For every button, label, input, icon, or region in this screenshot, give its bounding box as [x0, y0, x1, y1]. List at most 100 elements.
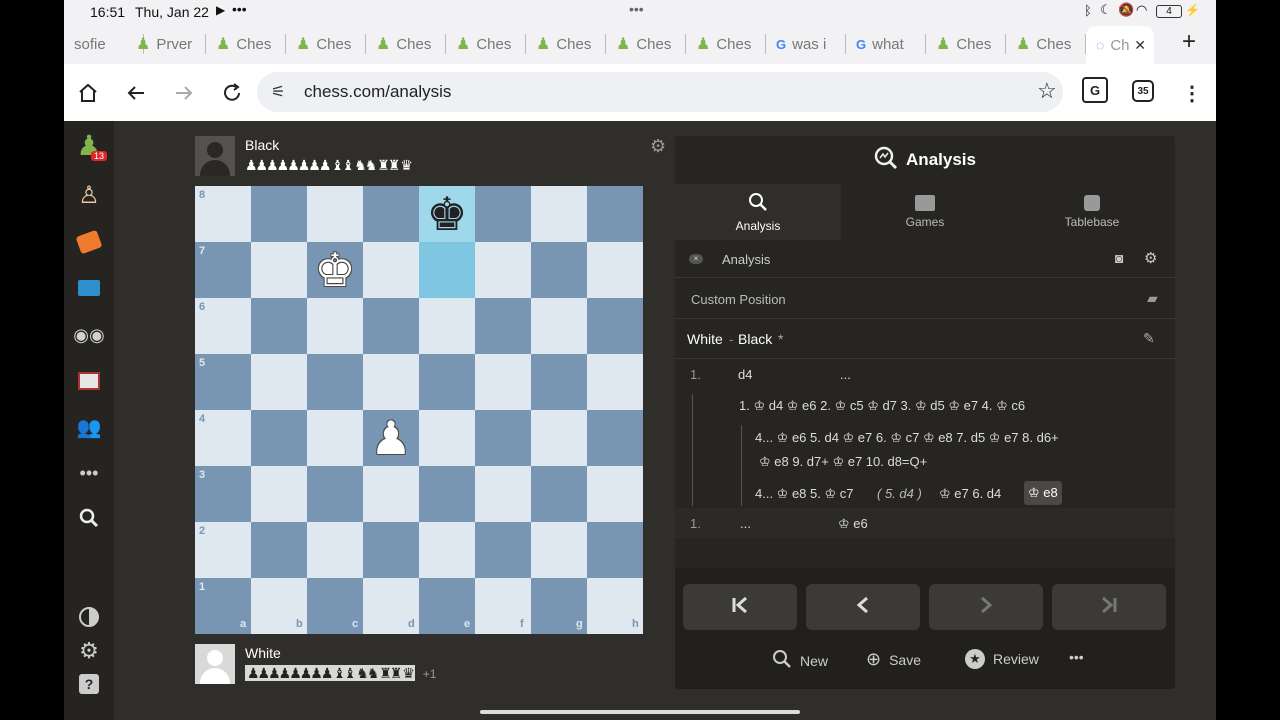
square-c4[interactable] — [307, 410, 363, 466]
square-d5[interactable] — [363, 354, 419, 410]
tab-games[interactable]: Games — [842, 184, 1008, 240]
learn-icon[interactable] — [75, 274, 103, 302]
browser-tab[interactable]: Gwhat — [846, 30, 926, 58]
square-f2[interactable] — [475, 522, 531, 578]
variation-line[interactable]: ♔ e8 9. d7+ ♔ e7 10. d8=Q+ — [759, 454, 927, 470]
tab-count-button[interactable]: 35 — [1132, 80, 1154, 102]
translate-icon[interactable]: G — [1082, 77, 1108, 103]
social-icon[interactable]: 👥 — [75, 413, 103, 441]
square-g4[interactable] — [531, 410, 587, 466]
square-c3[interactable] — [307, 466, 363, 522]
square-h5[interactable] — [587, 354, 643, 410]
review-button[interactable]: ★ Review — [965, 649, 1039, 669]
play-hand-icon[interactable]: ♙ — [75, 181, 103, 209]
square-b2[interactable] — [251, 522, 307, 578]
news-icon[interactable] — [75, 367, 103, 395]
square-d2[interactable] — [363, 522, 419, 578]
square-g2[interactable] — [531, 522, 587, 578]
browser-tab[interactable]: ♟ Ches — [206, 30, 286, 58]
black-king-piece[interactable]: ♚ — [419, 186, 475, 242]
move-black[interactable]: ♔ e6 — [838, 516, 868, 532]
bookmark-star-icon[interactable]: ☆ — [1037, 78, 1057, 104]
square-f3[interactable] — [475, 466, 531, 522]
square-b5[interactable] — [251, 354, 307, 410]
square-b8[interactable] — [251, 186, 307, 242]
engine-toggle[interactable]: × — [689, 254, 703, 264]
move-white[interactable]: d4 — [738, 367, 752, 382]
new-button[interactable]: New — [772, 649, 828, 672]
square-f6[interactable] — [475, 298, 531, 354]
square-d6[interactable] — [363, 298, 419, 354]
variation-line[interactable]: 4... ♔ e8 5. ♔ c7 — [755, 486, 853, 502]
white-king-piece[interactable]: ♚ — [307, 242, 363, 298]
square-e6[interactable] — [419, 298, 475, 354]
search-icon[interactable] — [75, 504, 103, 532]
square-f4[interactable] — [475, 410, 531, 466]
chess-board[interactable]: 8 7 6 5 4 3 2 1 a b c d e f g h ♚ ♚ ♟ — [195, 186, 643, 634]
square-g8[interactable] — [531, 186, 587, 242]
opening-book-icon[interactable]: ▰ — [1147, 290, 1158, 307]
close-tab-icon[interactable]: ✕ — [1134, 37, 1146, 54]
square-g6[interactable] — [531, 298, 587, 354]
square-b4[interactable] — [251, 410, 307, 466]
engine-cpu-icon[interactable]: ◙ — [1115, 250, 1123, 266]
next-move-button[interactable] — [929, 584, 1043, 630]
chess-com-logo-icon[interactable]: ♟ 13 — [75, 130, 108, 161]
browser-menu-icon[interactable]: ⋮ — [1178, 79, 1206, 107]
more-menu-icon[interactable]: ••• — [75, 459, 103, 487]
square-h7[interactable] — [587, 242, 643, 298]
move-black[interactable]: ... — [840, 367, 851, 382]
address-bar[interactable]: ⚟ chess.com/analysis ☆ — [257, 72, 1063, 112]
engine-settings-icon[interactable]: ⚙ — [1144, 249, 1157, 267]
url-text[interactable]: chess.com/analysis — [304, 82, 451, 102]
browser-tab[interactable]: ♟ Ches — [926, 30, 1006, 58]
save-button[interactable]: ⊕ Save — [866, 649, 921, 670]
square-b6[interactable] — [251, 298, 307, 354]
square-g3[interactable] — [531, 466, 587, 522]
move-white[interactable]: ... — [740, 516, 751, 531]
square-h4[interactable] — [587, 410, 643, 466]
square-g5[interactable] — [531, 354, 587, 410]
browser-tab[interactable]: ♟ Ches — [686, 30, 766, 58]
browser-tab[interactable]: ♟ Prver — [126, 30, 206, 58]
home-indicator[interactable] — [480, 710, 800, 714]
variation-line[interactable]: 1. ♔ d4 ♔ e6 2. ♔ c5 ♔ d7 3. ♔ d5 ♔ e7 4… — [739, 398, 1025, 414]
square-d8[interactable] — [363, 186, 419, 242]
square-f5[interactable] — [475, 354, 531, 410]
browser-tab[interactable]: Gwas i — [766, 30, 846, 58]
last-move-button[interactable] — [1052, 584, 1166, 630]
square-h6[interactable] — [587, 298, 643, 354]
variation-comment[interactable]: ( 5. d4 ) — [877, 486, 922, 501]
browser-tab[interactable]: ♟ Ches — [526, 30, 606, 58]
square-c2[interactable] — [307, 522, 363, 578]
theme-toggle-icon[interactable] — [75, 603, 103, 631]
square-b3[interactable] — [251, 466, 307, 522]
square-e5[interactable] — [419, 354, 475, 410]
watch-binoculars-icon[interactable]: ◉◉ — [73, 321, 104, 349]
variation-line[interactable]: 4... ♔ e6 5. d4 ♔ e7 6. ♔ c7 ♔ e8 7. d5 … — [755, 430, 1059, 446]
prev-move-button[interactable] — [806, 584, 920, 630]
square-e4[interactable] — [419, 410, 475, 466]
first-move-button[interactable] — [683, 584, 797, 630]
square-e2[interactable] — [419, 522, 475, 578]
square-h3[interactable] — [587, 466, 643, 522]
square-e3[interactable] — [419, 466, 475, 522]
square-c5[interactable] — [307, 354, 363, 410]
more-options-button[interactable]: ••• — [1069, 649, 1084, 665]
puzzles-icon[interactable] — [75, 228, 103, 256]
square-h2[interactable] — [587, 522, 643, 578]
new-tab-icon[interactable]: + — [1182, 28, 1196, 56]
tab-analysis[interactable]: Analysis — [675, 184, 841, 240]
square-b7[interactable] — [251, 242, 307, 298]
browser-tab[interactable]: ♟ Ches — [366, 30, 446, 58]
help-icon[interactable]: ? — [75, 670, 103, 698]
variation-line[interactable]: ♔ e7 6. d4 — [939, 486, 1001, 502]
board-settings-icon[interactable]: ⚙ — [650, 136, 666, 157]
back-icon[interactable] — [122, 79, 150, 107]
edit-pencil-icon[interactable]: ✎ — [1143, 330, 1155, 347]
square-c8[interactable] — [307, 186, 363, 242]
site-settings-icon[interactable]: ⚟ — [271, 82, 285, 102]
square-f7[interactable] — [475, 242, 531, 298]
browser-tab[interactable]: ♟ Ches — [446, 30, 526, 58]
square-h8[interactable] — [587, 186, 643, 242]
